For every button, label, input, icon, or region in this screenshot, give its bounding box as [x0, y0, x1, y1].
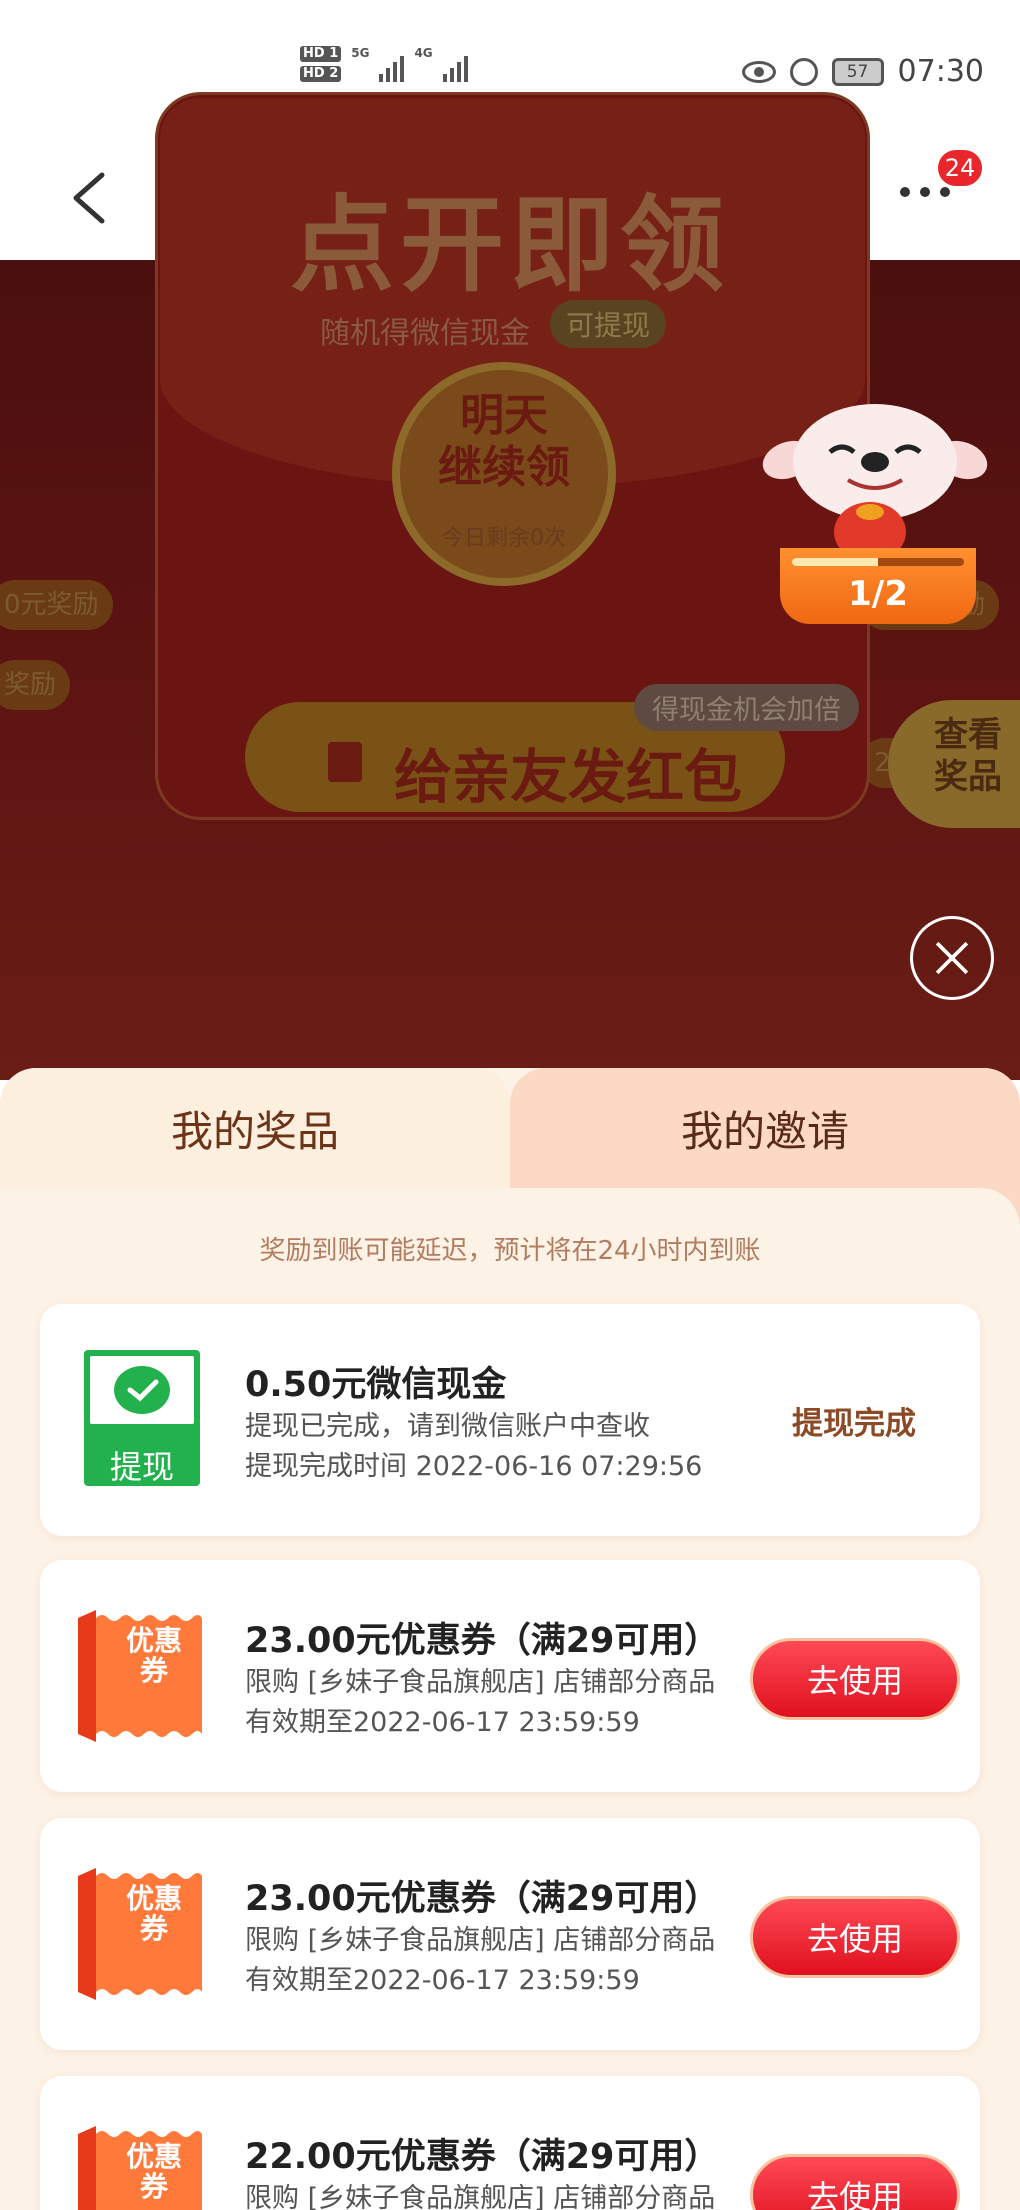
- cash-title: 0.50元微信现金: [245, 1365, 507, 1405]
- remaining-count: 今日剩余0次: [442, 526, 566, 551]
- coupon-icon-label: 优惠券: [125, 1624, 182, 1687]
- battery-icon: 57: [831, 57, 884, 86]
- coupon-icon-label: 优惠券: [125, 1882, 182, 1945]
- close-icon[interactable]: [910, 916, 994, 1000]
- send-envelope-label: 给亲友发红包: [394, 743, 743, 811]
- network-5g-label: 5G: [351, 46, 370, 60]
- progress-bar: [792, 558, 964, 566]
- coupon-expiry: 有效期至2022-06-17 23:59:59: [245, 1707, 640, 1738]
- signal-indicators: HD 1 HD 2 5G 4G: [300, 46, 468, 82]
- cash-desc: 提现已完成，请到微信账户中查收: [245, 1411, 650, 1442]
- tab-my-invites[interactable]: 我的邀请: [510, 1068, 1020, 1188]
- view-prizes-button[interactable]: 查看 奖品: [888, 700, 1020, 828]
- use-coupon-button[interactable]: 去使用: [750, 2154, 960, 2210]
- use-coupon-button[interactable]: 去使用: [750, 1638, 960, 1720]
- use-coupon-button[interactable]: 去使用: [750, 1896, 960, 1978]
- coupon-card: 优惠券 23.00元优惠券（满29可用） 限购 [乡妹子食品旗舰店] 店铺部分商…: [40, 1560, 980, 1792]
- coupon-card: 优惠券 22.00元优惠券（满29可用） 限购 [乡妹子食品旗舰店] 店铺部分商…: [40, 2076, 980, 2210]
- battery-level: 57: [846, 61, 869, 82]
- prizes-sheet: 我的奖品 我的邀请 奖励到账可能延迟，预计将在24小时内到账 提现 0.50元微…: [0, 1068, 1020, 2210]
- withdraw-status: 提现完成: [792, 1406, 916, 1442]
- double-chance-tag: 得现金机会加倍: [634, 684, 859, 731]
- eye-icon: [741, 60, 776, 83]
- hd2-badge: HD 2: [300, 66, 342, 82]
- coupon-title: 23.00元优惠券（满29可用）: [245, 1879, 720, 1919]
- envelope-title: 点开即领: [289, 184, 730, 306]
- bg-reward-pill: 奖励: [0, 660, 71, 710]
- tab-my-prizes[interactable]: 我的奖品: [0, 1068, 510, 1188]
- coupon-desc: 限购 [乡妹子食品旗舰店] 店铺部分商品: [245, 2183, 716, 2210]
- hd1-badge: HD 1: [300, 46, 342, 62]
- coupon-desc: 限购 [乡妹子食品旗舰店] 店铺部分商品: [245, 1667, 716, 1698]
- withdraw-tag: 可提现: [550, 300, 667, 348]
- coupon-title: 23.00元优惠券（满29可用）: [245, 1621, 720, 1661]
- coupon-desc: 限购 [乡妹子食品旗舰店] 店铺部分商品: [245, 1925, 716, 1956]
- cash-prize-card: 提现 0.50元微信现金 提现已完成，请到微信账户中查收 提现完成时间 2022…: [40, 1304, 980, 1536]
- network-4g-label: 4G: [414, 46, 433, 60]
- cash-time: 提现完成时间 2022-06-16 07:29:56: [245, 1451, 703, 1482]
- coupon-icon-label: 优惠券: [125, 2140, 182, 2203]
- coupon-card: 优惠券 23.00元优惠券（满29可用） 限购 [乡妹子食品旗舰店] 店铺部分商…: [40, 1818, 980, 2050]
- signal-4g-icon: [442, 52, 468, 82]
- envelope-icon: [328, 742, 362, 782]
- coupon-expiry: 有效期至2022-06-17 23:59:59: [245, 1965, 640, 1996]
- signal-5g-icon: [379, 52, 405, 82]
- alarm-icon: [789, 57, 818, 86]
- open-circle-label: 明天 继续领: [438, 390, 570, 493]
- withdraw-icon-label: 提现: [109, 1448, 174, 1486]
- envelope-subtitle: 随机得微信现金: [320, 316, 530, 351]
- bg-reward-pill: 0元奖励: [0, 580, 113, 630]
- coupon-title: 22.00元优惠券（满29可用）: [245, 2137, 720, 2177]
- delay-notice: 奖励到账可能延迟，预计将在24小时内到账: [259, 1236, 761, 1266]
- clock: 07:30: [897, 54, 984, 89]
- progress-fill: [792, 558, 878, 566]
